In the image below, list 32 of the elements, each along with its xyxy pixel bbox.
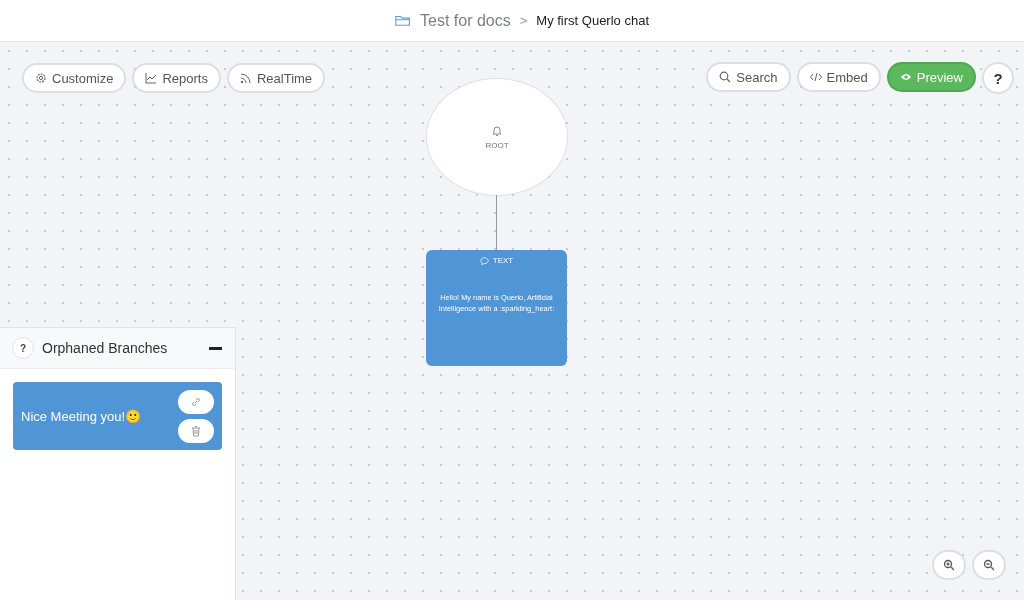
delete-button[interactable] [178,418,214,443]
breadcrumb-separator: > [519,13,528,28]
bell-icon [492,124,502,137]
zoom-out-icon [983,559,995,571]
gear-icon [35,72,47,84]
toolbar-button[interactable]: Search [706,62,791,92]
help-button[interactable]: ? [12,337,34,359]
zoom-out-button[interactable] [972,550,1006,580]
eye-icon [899,71,912,83]
search-icon [719,71,732,83]
toolbar-button[interactable]: Customize [22,63,127,93]
link-button[interactable] [178,389,214,414]
code-icon [809,71,822,83]
toolbar-button[interactable]: ? [982,62,1014,94]
zoom-in-icon [943,559,955,571]
orphan-message: Nice Meeting you!🙂 [21,408,142,424]
zoom-in-button[interactable] [932,550,966,580]
speech-bubble-icon [479,256,489,265]
folder-icon [395,14,411,27]
node-type-label: TEXT [492,256,514,265]
root-node[interactable]: ROOT [426,78,568,196]
toolbar-button[interactable]: Embed [796,62,881,92]
link-icon [190,395,202,408]
feed-icon [239,72,252,84]
trash-icon [190,424,202,437]
panel-title: Orphaned Branches [42,340,169,356]
chat-title: My first Querlo chat [536,13,649,28]
chart-icon [145,72,158,84]
node-label: ROOT [485,140,509,150]
toolbar-button[interactable]: Reports [132,63,221,93]
toolbar-button[interactable]: RealTime [226,63,326,93]
breadcrumb-link[interactable]: Test for docs [420,11,511,30]
